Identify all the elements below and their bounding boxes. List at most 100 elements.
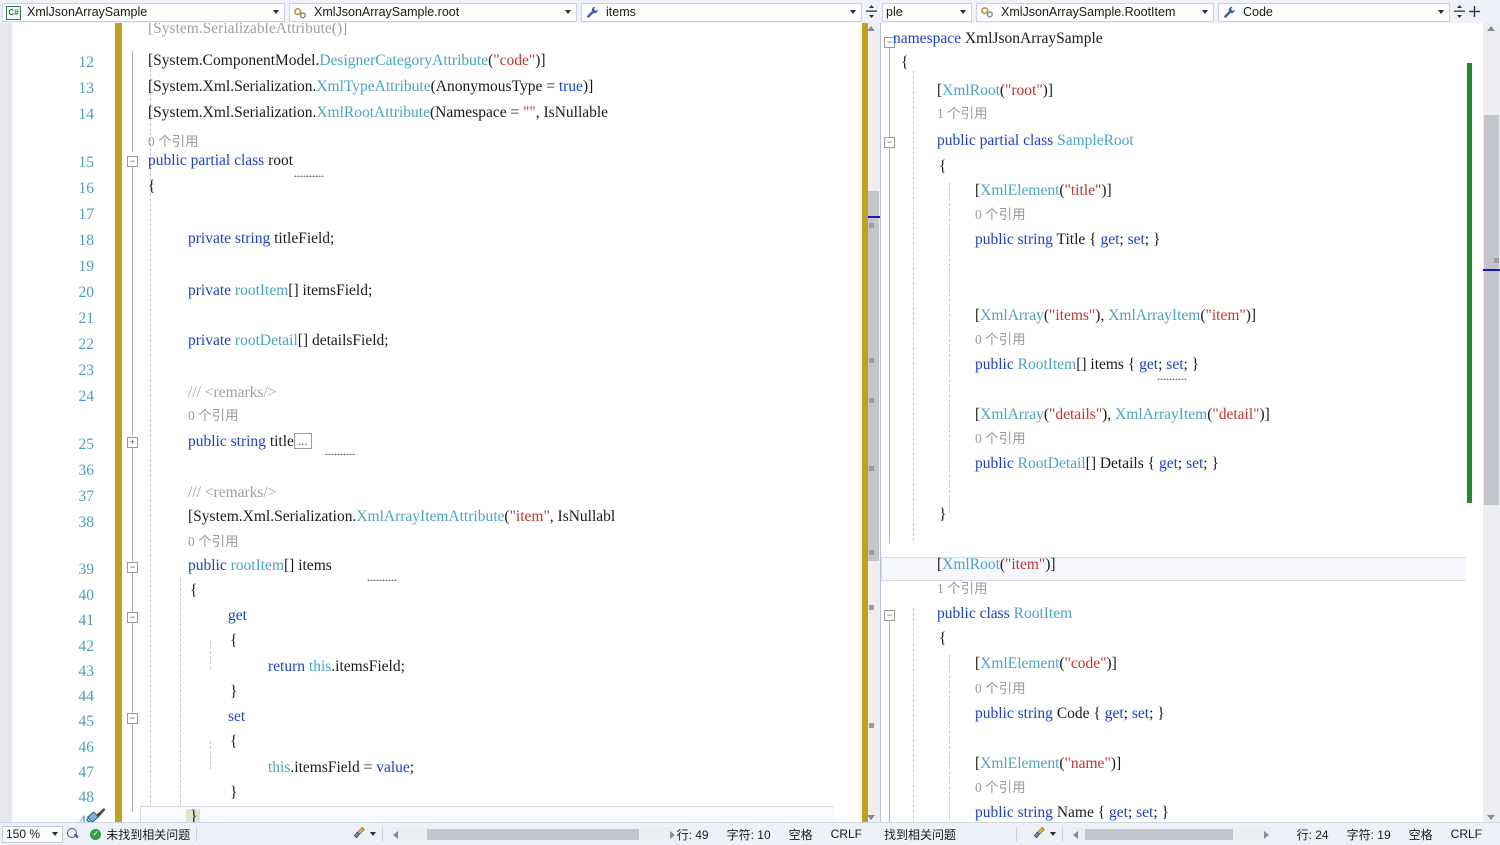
code-line: return this.itemsField; [268,658,405,675]
line-number: 24 [78,388,95,405]
code-cleanup-button[interactable] [1033,826,1057,843]
code-line: [XmlElement("code")] [975,655,1117,672]
code-line: set [228,708,246,725]
vertical-scrollbar-right[interactable] [1483,23,1500,823]
code-line: [System.Xml.Serialization.XmlTypeAttribu… [148,78,594,95]
code-line: { [939,158,947,175]
split-window-button-left[interactable] [864,1,879,22]
column-indicator: 字符: 19 [1346,827,1391,842]
code-line: public RootItem[] items { get; set; } [975,356,1200,373]
collapsed-region-marker[interactable]: ... [293,433,312,449]
scroll-left-arrow-icon[interactable] [393,830,399,839]
code-line: public partial class SampleRoot [937,132,1134,149]
line-number: 16 [78,180,95,197]
code-line: namespace XmlJsonArraySample [893,30,1103,47]
indent-mode[interactable]: 空格 [789,826,813,843]
line-number: 46 [78,739,95,756]
scroll-down-arrow-icon[interactable] [1487,815,1495,820]
column-indicator: 字符: 10 [726,827,771,842]
code-line: /// <remarks/> [188,384,277,401]
code-line: [XmlArray("details"), XmlArrayItem("deta… [975,406,1270,423]
reference-count[interactable]: 0 个引用 [148,135,199,149]
wrench-icon [1222,5,1237,20]
chevron-down-icon[interactable] [1050,832,1057,836]
current-line-highlight [140,806,834,823]
project-combo-left[interactable]: C# XmlJsonArraySample [2,2,285,22]
scrollbar-thumb[interactable] [1085,828,1234,840]
chevron-down-icon[interactable] [1438,10,1444,14]
chevron-down-icon[interactable] [273,10,279,14]
code-cleanup-button[interactable] [353,826,377,843]
code-line: } [230,683,238,700]
line-number: 48 [78,789,95,806]
line-ending[interactable]: CRLF [831,827,862,841]
scroll-left-arrow-icon[interactable] [1073,830,1079,839]
code-text-right[interactable]: namespace XmlJsonArraySample { [XmlRoot(… [881,23,1466,823]
line-number: 20 [78,284,95,301]
chevron-down-icon[interactable] [960,10,966,14]
code-line: [XmlElement("name")] [975,755,1122,772]
zoom-level-combo[interactable]: 150 % [2,825,63,843]
scroll-up-arrow-icon[interactable] [1487,26,1495,31]
status-separator [382,826,384,842]
magnifier-icon[interactable] [66,827,80,842]
chevron-down-icon[interactable] [370,832,377,836]
code-line: public string Name { get; set; } [975,804,1169,821]
editor-pane-right[interactable]: − − − namespace XmlJsonArraySample { [Xm… [881,23,1500,823]
member-combo-right[interactable]: Code [1218,2,1450,22]
line-indicator: 行: 24 [1296,827,1329,842]
horizontal-scrollbar-right[interactable] [1071,826,1272,842]
reference-count[interactable]: 0 个引用 [188,535,239,549]
line-number: 17 [78,206,95,223]
reference-count[interactable]: 1 个引用 [937,107,988,121]
reference-count[interactable]: 0 个引用 [975,432,1026,446]
status-bar-right: 找到相关问题 行: 24 字符: 19 空格 CRLF [880,822,1500,845]
scrollbar-thumb[interactable] [427,828,640,840]
problems-status[interactable]: 找到相关问题 [884,826,956,843]
reference-count[interactable]: 1 个引用 [937,582,988,596]
code-line: public partial class root [148,152,294,169]
type-combo-left[interactable]: XmlJsonArraySample.root [289,2,577,22]
editor-pane-left[interactable]: 12 13 14 15 16 17 18 19 20 21 22 23 24 2… [0,23,881,823]
split-window-button-right[interactable] [1452,1,1467,22]
project-combo-right[interactable]: ple [882,2,972,22]
reference-count[interactable]: 0 个引用 [975,333,1026,347]
code-line: /// <remarks/> [188,484,277,501]
reference-count[interactable]: 0 个引用 [188,409,239,423]
scroll-right-arrow-icon[interactable] [1264,830,1270,839]
chevron-down-icon[interactable] [850,10,856,14]
add-tab-button[interactable] [1467,1,1481,22]
line-number: 22 [78,336,95,353]
horizontal-scrollbar-left[interactable] [391,826,677,842]
code-line-collapsed[interactable]: public string title... [188,433,312,450]
scroll-down-arrow-icon[interactable] [867,815,875,820]
chevron-down-icon[interactable] [1202,10,1208,14]
code-line: get [228,607,247,624]
member-combo-right-value: Code [1243,4,1273,19]
type-combo-right[interactable]: XmlJsonArraySample.RootItem [976,2,1214,22]
csharp-project-icon: C# [6,5,21,20]
indent-mode[interactable]: 空格 [1409,826,1433,843]
code-line: private string titleField; [188,230,335,247]
member-combo-left[interactable]: items [581,2,862,22]
code-line: this.itemsField = value; [268,759,415,776]
identifier-squiggle [1157,378,1187,380]
line-ending[interactable]: CRLF [1451,827,1482,841]
reference-count[interactable]: 0 个引用 [975,781,1026,795]
code-line: [System.ComponentModel.DesignerCategoryA… [148,52,546,69]
line-number: 21 [78,310,95,327]
screwdriver-icon[interactable] [80,807,106,823]
reference-count[interactable]: 0 个引用 [975,208,1026,222]
scroll-right-arrow-icon[interactable] [669,830,675,839]
scroll-up-arrow-icon[interactable] [867,26,875,31]
problems-status[interactable]: ✓ 未找到相关问题 [90,826,190,843]
scrollbar-thumb[interactable] [1484,115,1499,505]
caret-status-left: 行: 49 字符: 10 空格 CRLF [677,826,880,843]
code-text-left[interactable]: [System.SerializableAttribute()] [System… [122,23,834,823]
broom-icon [353,826,367,843]
scroll-marker [869,398,874,403]
chevron-down-icon[interactable] [565,10,571,14]
reference-count[interactable]: 0 个引用 [975,682,1026,696]
code-line: { [190,582,198,599]
chevron-down-icon[interactable] [51,832,58,836]
